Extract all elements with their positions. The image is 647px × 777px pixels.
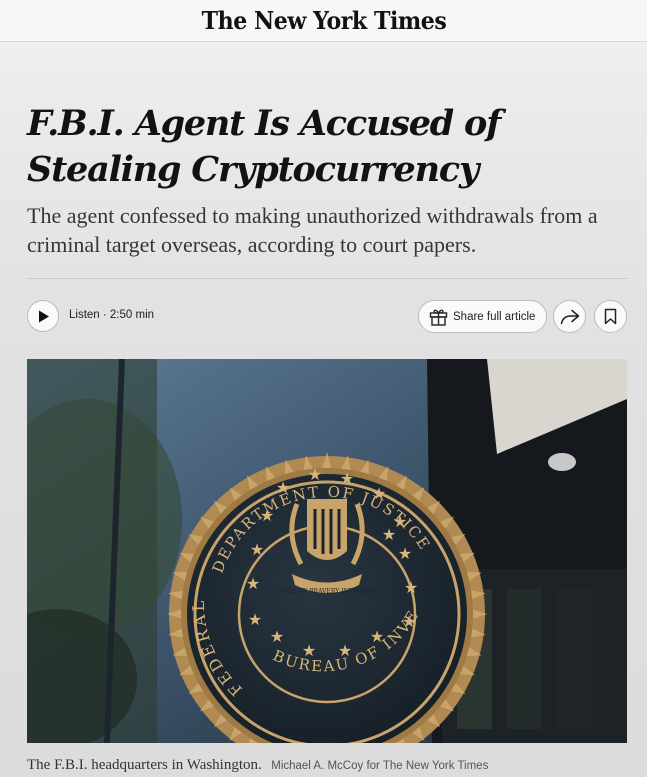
- share-full-article-button[interactable]: Share full article: [418, 300, 547, 333]
- article-headline: F.B.I. Agent Is Accused of Stealing Cryp…: [27, 103, 501, 190]
- gift-icon: [429, 309, 448, 326]
- listen-duration-label: Listen · 2:50 min: [69, 309, 155, 321]
- svg-text:★: ★: [398, 544, 412, 563]
- fbi-seal-image: DEPARTMENT OF JUSTICE FEDERAL BUREAU OF …: [27, 359, 627, 743]
- svg-text:★: ★: [404, 578, 418, 597]
- caption-text: The F.B.I. headquarters in Washington.: [27, 757, 262, 773]
- seal-ribbon-text: FIDELITY BRAVERY INTEGRITY: [277, 588, 378, 595]
- svg-text:★: ★: [372, 484, 386, 503]
- play-icon: [39, 310, 49, 322]
- svg-text:★: ★: [250, 540, 264, 559]
- svg-text:★: ★: [308, 465, 322, 484]
- masthead: The New York Times: [0, 0, 647, 42]
- svg-text:★: ★: [302, 641, 316, 660]
- article-summary: The agent confessed to making unauthoriz…: [27, 203, 598, 257]
- article-photo: DEPARTMENT OF JUSTICE FEDERAL BUREAU OF …: [27, 359, 627, 743]
- svg-text:★: ★: [370, 627, 384, 646]
- save-bookmark-button[interactable]: [594, 300, 627, 333]
- bookmark-icon: [604, 308, 617, 325]
- share-full-article-label: Share full article: [453, 310, 536, 323]
- share-arrow-icon: [560, 309, 579, 324]
- svg-text:★: ★: [248, 610, 262, 629]
- listen-play-button[interactable]: [27, 300, 59, 332]
- nyt-logo[interactable]: The New York Times: [201, 6, 446, 35]
- svg-text:★: ★: [402, 612, 416, 631]
- svg-text:★: ★: [382, 525, 396, 544]
- svg-text:★: ★: [276, 478, 290, 497]
- photo-credit: Michael A. McCoy for The New York Times: [271, 760, 489, 772]
- divider: [27, 278, 627, 279]
- share-button[interactable]: [553, 300, 586, 333]
- svg-text:★: ★: [246, 574, 260, 593]
- photo-caption: The F.B.I. headquarters in Washington. M…: [27, 756, 488, 774]
- svg-text:★: ★: [270, 627, 284, 646]
- svg-text:★: ★: [338, 641, 352, 660]
- svg-text:★: ★: [260, 506, 274, 525]
- svg-text:★: ★: [340, 469, 354, 488]
